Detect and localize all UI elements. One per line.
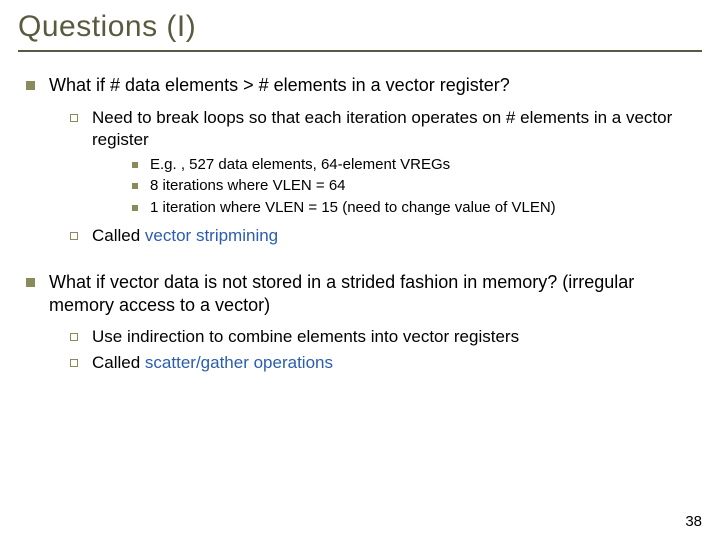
title-underline — [18, 50, 702, 52]
bullet-text: 8 iterations where VLEN = 64 — [150, 176, 346, 196]
hollow-square-bullet-icon — [70, 114, 78, 122]
bullet-level1: What if # data elements > # elements in … — [26, 74, 702, 97]
bullet-text: 1 iteration where VLEN = 15 (need to cha… — [150, 198, 556, 218]
small-square-bullet-icon — [132, 205, 138, 211]
square-bullet-icon — [26, 81, 35, 90]
bullet-text: What if vector data is not stored in a s… — [49, 271, 702, 316]
bullet-level3: E.g. , 527 data elements, 64-element VRE… — [132, 155, 702, 175]
slide: Questions (I) What if # data elements > … — [0, 0, 720, 374]
small-square-bullet-icon — [132, 162, 138, 168]
hollow-square-bullet-icon — [70, 232, 78, 240]
bullet-text: Called scatter/gather operations — [92, 352, 333, 374]
bullet-level3: 8 iterations where VLEN = 64 — [132, 176, 702, 196]
bullet-level2: Called vector stripmining — [70, 225, 702, 247]
text-plain: Called — [92, 226, 145, 245]
hollow-square-bullet-icon — [70, 359, 78, 367]
bullet-level3: 1 iteration where VLEN = 15 (need to cha… — [132, 198, 702, 218]
bullet-text: E.g. , 527 data elements, 64-element VRE… — [150, 155, 450, 175]
bullet-text: Use indirection to combine elements into… — [92, 326, 519, 348]
bullet-text: Need to break loops so that each iterati… — [92, 107, 702, 151]
bullet-text: What if # data elements > # elements in … — [49, 74, 510, 97]
hollow-square-bullet-icon — [70, 333, 78, 341]
bullet-level2: Use indirection to combine elements into… — [70, 326, 702, 348]
bullet-text: Called vector stripmining — [92, 225, 278, 247]
text-accent: scatter/gather operations — [145, 353, 333, 372]
bullet-level2: Called scatter/gather operations — [70, 352, 702, 374]
text-plain: Called — [92, 353, 145, 372]
text-accent: vector stripmining — [145, 226, 278, 245]
small-square-bullet-icon — [132, 183, 138, 189]
slide-title: Questions (I) — [18, 10, 702, 44]
page-number: 38 — [685, 513, 702, 530]
bullet-level2: Need to break loops so that each iterati… — [70, 107, 702, 151]
square-bullet-icon — [26, 278, 35, 287]
bullet-level1: What if vector data is not stored in a s… — [26, 271, 702, 316]
